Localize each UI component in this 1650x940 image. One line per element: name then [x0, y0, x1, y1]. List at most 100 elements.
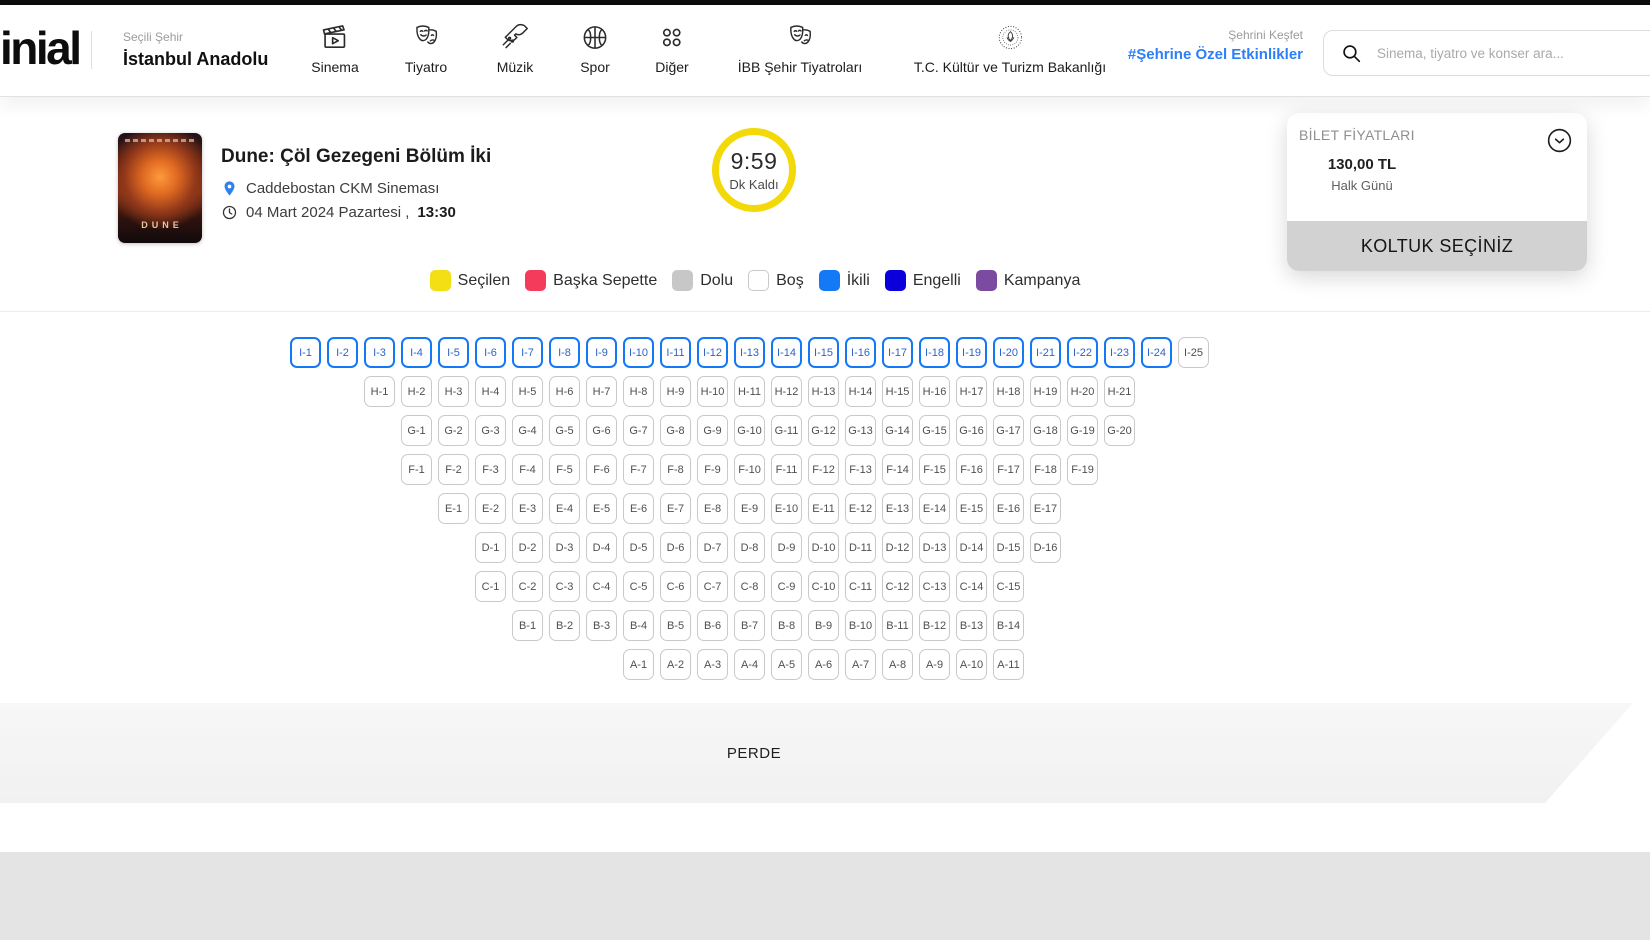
seat-D-11[interactable]: D-11 — [845, 532, 876, 563]
seat-I-8[interactable]: I-8 — [549, 337, 580, 368]
seat-A-7[interactable]: A-7 — [845, 649, 876, 680]
seat-H-8[interactable]: H-8 — [623, 376, 654, 407]
seat-G-8[interactable]: G-8 — [660, 415, 691, 446]
seat-C-10[interactable]: C-10 — [808, 571, 839, 602]
search-box[interactable] — [1323, 30, 1650, 76]
seat-E-17[interactable]: E-17 — [1030, 493, 1061, 524]
seat-F-5[interactable]: F-5 — [549, 454, 580, 485]
seat-B-9[interactable]: B-9 — [808, 610, 839, 641]
seat-C-12[interactable]: C-12 — [882, 571, 913, 602]
seat-C-1[interactable]: C-1 — [475, 571, 506, 602]
seat-B-6[interactable]: B-6 — [697, 610, 728, 641]
seat-I-12[interactable]: I-12 — [697, 337, 728, 368]
seat-A-9[interactable]: A-9 — [919, 649, 950, 680]
seat-G-18[interactable]: G-18 — [1030, 415, 1061, 446]
seat-B-3[interactable]: B-3 — [586, 610, 617, 641]
seat-A-2[interactable]: A-2 — [660, 649, 691, 680]
seat-F-9[interactable]: F-9 — [697, 454, 728, 485]
seat-D-7[interactable]: D-7 — [697, 532, 728, 563]
seat-B-12[interactable]: B-12 — [919, 610, 950, 641]
seat-G-7[interactable]: G-7 — [623, 415, 654, 446]
seat-H-6[interactable]: H-6 — [549, 376, 580, 407]
seat-D-4[interactable]: D-4 — [586, 532, 617, 563]
seat-I-3[interactable]: I-3 — [364, 337, 395, 368]
collapse-chevron-icon[interactable] — [1545, 126, 1574, 155]
nav-item-tiyatro[interactable]: Tiyatro — [405, 22, 447, 75]
seat-I-13[interactable]: I-13 — [734, 337, 765, 368]
seat-A-5[interactable]: A-5 — [771, 649, 802, 680]
seat-C-7[interactable]: C-7 — [697, 571, 728, 602]
seat-A-8[interactable]: A-8 — [882, 649, 913, 680]
seat-G-10[interactable]: G-10 — [734, 415, 765, 446]
seat-A-10[interactable]: A-10 — [956, 649, 987, 680]
seat-H-2[interactable]: H-2 — [401, 376, 432, 407]
seat-G-20[interactable]: G-20 — [1104, 415, 1135, 446]
seat-G-2[interactable]: G-2 — [438, 415, 469, 446]
seat-A-6[interactable]: A-6 — [808, 649, 839, 680]
seat-H-20[interactable]: H-20 — [1067, 376, 1098, 407]
seat-H-5[interactable]: H-5 — [512, 376, 543, 407]
seat-B-7[interactable]: B-7 — [734, 610, 765, 641]
seat-H-13[interactable]: H-13 — [808, 376, 839, 407]
seat-H-17[interactable]: H-17 — [956, 376, 987, 407]
seat-F-18[interactable]: F-18 — [1030, 454, 1061, 485]
seat-E-11[interactable]: E-11 — [808, 493, 839, 524]
seat-I-21[interactable]: I-21 — [1030, 337, 1061, 368]
seat-F-7[interactable]: F-7 — [623, 454, 654, 485]
seat-C-4[interactable]: C-4 — [586, 571, 617, 602]
seat-F-12[interactable]: F-12 — [808, 454, 839, 485]
seat-F-10[interactable]: F-10 — [734, 454, 765, 485]
seat-C-8[interactable]: C-8 — [734, 571, 765, 602]
seat-I-22[interactable]: I-22 — [1067, 337, 1098, 368]
seat-C-11[interactable]: C-11 — [845, 571, 876, 602]
seat-B-13[interactable]: B-13 — [956, 610, 987, 641]
select-seat-button[interactable]: KOLTUK SEÇİNİZ — [1287, 221, 1587, 271]
seat-D-6[interactable]: D-6 — [660, 532, 691, 563]
seat-A-1[interactable]: A-1 — [623, 649, 654, 680]
seat-I-23[interactable]: I-23 — [1104, 337, 1135, 368]
seat-F-14[interactable]: F-14 — [882, 454, 913, 485]
seat-H-14[interactable]: H-14 — [845, 376, 876, 407]
seat-F-2[interactable]: F-2 — [438, 454, 469, 485]
seat-E-16[interactable]: E-16 — [993, 493, 1024, 524]
seat-H-4[interactable]: H-4 — [475, 376, 506, 407]
seat-D-10[interactable]: D-10 — [808, 532, 839, 563]
seat-E-4[interactable]: E-4 — [549, 493, 580, 524]
seat-D-1[interactable]: D-1 — [475, 532, 506, 563]
seat-D-16[interactable]: D-16 — [1030, 532, 1061, 563]
seat-B-4[interactable]: B-4 — [623, 610, 654, 641]
seat-I-6[interactable]: I-6 — [475, 337, 506, 368]
seat-I-1[interactable]: I-1 — [290, 337, 321, 368]
seat-E-6[interactable]: E-6 — [623, 493, 654, 524]
seat-I-7[interactable]: I-7 — [512, 337, 543, 368]
seat-C-3[interactable]: C-3 — [549, 571, 580, 602]
seat-F-17[interactable]: F-17 — [993, 454, 1024, 485]
seat-F-6[interactable]: F-6 — [586, 454, 617, 485]
seat-G-6[interactable]: G-6 — [586, 415, 617, 446]
seat-G-3[interactable]: G-3 — [475, 415, 506, 446]
seat-C-14[interactable]: C-14 — [956, 571, 987, 602]
seat-I-9[interactable]: I-9 — [586, 337, 617, 368]
seat-E-8[interactable]: E-8 — [697, 493, 728, 524]
nav-item-sinema[interactable]: Sinema — [311, 22, 359, 75]
seat-D-12[interactable]: D-12 — [882, 532, 913, 563]
seat-B-5[interactable]: B-5 — [660, 610, 691, 641]
seat-H-12[interactable]: H-12 — [771, 376, 802, 407]
seat-I-17[interactable]: I-17 — [882, 337, 913, 368]
seat-G-17[interactable]: G-17 — [993, 415, 1024, 446]
seat-F-15[interactable]: F-15 — [919, 454, 950, 485]
seat-G-5[interactable]: G-5 — [549, 415, 580, 446]
seat-F-11[interactable]: F-11 — [771, 454, 802, 485]
seat-E-9[interactable]: E-9 — [734, 493, 765, 524]
seat-B-14[interactable]: B-14 — [993, 610, 1024, 641]
search-input[interactable] — [1375, 44, 1650, 62]
seat-D-14[interactable]: D-14 — [956, 532, 987, 563]
seat-E-7[interactable]: E-7 — [660, 493, 691, 524]
seat-H-7[interactable]: H-7 — [586, 376, 617, 407]
seat-C-5[interactable]: C-5 — [623, 571, 654, 602]
seat-D-5[interactable]: D-5 — [623, 532, 654, 563]
seat-I-5[interactable]: I-5 — [438, 337, 469, 368]
seat-I-25[interactable]: I-25 — [1178, 337, 1209, 368]
seat-F-1[interactable]: F-1 — [401, 454, 432, 485]
seat-H-3[interactable]: H-3 — [438, 376, 469, 407]
